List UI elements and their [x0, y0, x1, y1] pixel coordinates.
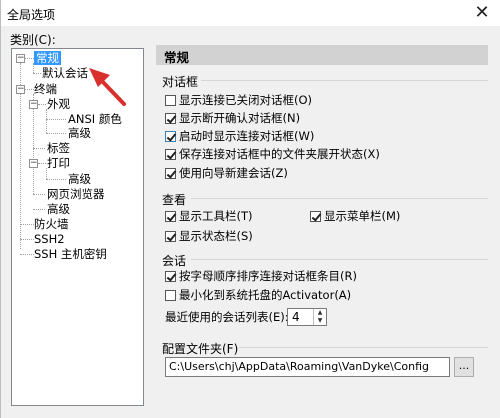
tree-line	[33, 194, 45, 195]
tree-item-print-advanced[interactable]: 高级	[68, 171, 91, 187]
checkbox-show-toolbar[interactable]: 显示工具栏(T)	[165, 208, 253, 224]
group-title-view: 查看	[162, 193, 187, 207]
group-title-session: 会话	[162, 254, 187, 268]
tree-line	[25, 58, 34, 59]
group-title-config-folder: 配置文件夹(F)	[162, 342, 239, 356]
spin-down-icon[interactable]: ▼	[314, 317, 326, 325]
checkbox-show-connect-on-startup[interactable]: 启动时显示连接对话框(W)	[165, 128, 314, 144]
checkbox-label: 保存连接对话框中的文件夹展开状态(X)	[179, 147, 380, 161]
tree-line	[20, 254, 34, 255]
divider	[191, 198, 488, 199]
title-bar: 全局选项 ✕	[1, 0, 500, 26]
checkbox-use-wizard[interactable]: 使用向导新建会话(Z)	[165, 165, 288, 181]
tree-line	[33, 148, 45, 149]
checkbox-confirm-disconnect[interactable]: 显示断开确认对话框(N)	[165, 110, 300, 126]
checkbox-minimize-to-tray[interactable]: 最小化到系统托盘的Activator(A)	[165, 287, 351, 303]
checkbox-sort-alphabetically[interactable]: 按字母顺序排序连接对话框条目(R)	[165, 268, 357, 284]
tree-item-ssh-host-keys[interactable]: SSH 主机密钥	[34, 246, 107, 262]
checkbox-show-menubar[interactable]: 显示菜单栏(M)	[310, 208, 400, 224]
recent-sessions-value[interactable]: 4	[292, 310, 300, 324]
collapse-icon[interactable]: −	[16, 85, 25, 94]
tree-item-ssh2[interactable]: SSH2	[34, 231, 65, 247]
recent-sessions-label: 最近使用的会话列表(E):	[165, 310, 289, 324]
browse-button[interactable]: ...	[454, 357, 474, 377]
recent-sessions-stepper[interactable]: 4 ▲ ▼	[287, 308, 327, 326]
tree-line	[33, 94, 34, 194]
window-title: 全局选项	[7, 8, 56, 22]
checkbox-label: 显示菜单栏(M)	[324, 209, 401, 223]
tree-line	[46, 109, 47, 133]
spin-up-icon[interactable]: ▲	[314, 309, 326, 317]
checkbox-box[interactable]	[165, 131, 176, 142]
checkbox-box[interactable]	[165, 231, 176, 242]
tree-line	[46, 179, 66, 180]
collapse-icon[interactable]: −	[29, 100, 38, 109]
tree-line	[20, 224, 34, 225]
tree-line	[33, 209, 45, 210]
tree-item-appearance[interactable]: 外观	[47, 96, 70, 112]
checkbox-save-folder-state[interactable]: 保存连接对话框中的文件夹展开状态(X)	[165, 146, 380, 162]
tree-line	[38, 104, 46, 105]
tree-item-advanced[interactable]: 高级	[68, 125, 91, 141]
checkbox-box[interactable]	[310, 211, 321, 222]
config-folder-path-field[interactable]: C:\Users\chj\AppData\Roaming\VanDyke\Con…	[165, 357, 450, 377]
checkbox-label: 显示连接已关闭对话框(O)	[179, 93, 313, 107]
collapse-icon[interactable]: −	[29, 159, 38, 168]
tree-line	[25, 89, 34, 90]
checkbox-box[interactable]	[165, 149, 176, 160]
checkbox-box[interactable]	[165, 95, 176, 106]
checkbox-label: 显示工具栏(T)	[179, 209, 253, 223]
checkbox-box[interactable]	[165, 211, 176, 222]
tree-item-print[interactable]: 打印	[47, 155, 70, 171]
checkbox-label: 使用向导新建会话(Z)	[179, 166, 288, 180]
checkbox-show-statusbar[interactable]: 显示状态栏(S)	[165, 228, 253, 244]
tree-line	[33, 73, 41, 74]
group-title-dialogs: 对话框	[162, 75, 199, 89]
checkbox-box[interactable]	[165, 113, 176, 124]
divider	[191, 259, 488, 260]
tree-line	[46, 133, 66, 134]
checkbox-show-connection-closed[interactable]: 显示连接已关闭对话框(O)	[165, 92, 312, 108]
checkbox-box[interactable]	[165, 168, 176, 179]
category-tree[interactable]: − − − − 常规 默认会话 终端 外观 ANSI 颜色 高级 标签 打印 高…	[11, 48, 144, 406]
tree-line	[46, 119, 66, 120]
spin-buttons: ▲ ▼	[313, 309, 326, 325]
global-options-dialog: 全局选项 ✕ 类别(C): − − − − 常规 默认会话 终端 外观 ANSI…	[0, 0, 500, 418]
tree-item-web-browser[interactable]: 网页浏览器	[47, 186, 105, 202]
section-title: 常规	[164, 50, 190, 65]
checkbox-label: 显示状态栏(S)	[179, 229, 253, 243]
tree-item-terminal[interactable]: 终端	[34, 81, 57, 97]
collapse-icon[interactable]: −	[16, 54, 25, 63]
tree-item-default-session[interactable]: 默认会话	[42, 65, 88, 81]
tree-line	[38, 163, 46, 164]
checkbox-box[interactable]	[165, 290, 176, 301]
checkbox-label: 按字母顺序排序连接对话框条目(R)	[179, 269, 357, 283]
tree-item-advanced-3[interactable]: 高级	[47, 201, 70, 217]
tree-item-label: 常规	[34, 51, 61, 65]
checkbox-label: 启动时显示连接对话框(W)	[179, 129, 315, 143]
category-label: 类别(C):	[10, 33, 56, 47]
tree-item-tabs[interactable]: 标签	[47, 140, 70, 156]
divider	[239, 347, 488, 348]
tree-item-firewall[interactable]: 防火墙	[34, 216, 69, 232]
close-icon[interactable]: ✕	[471, 2, 493, 24]
divider	[201, 80, 488, 81]
section-header: 常规	[156, 45, 488, 65]
checkbox-label: 最小化到系统托盘的Activator(A)	[179, 288, 352, 302]
tree-item-general[interactable]: 常规	[34, 50, 61, 66]
checkbox-label: 显示断开确认对话框(N)	[179, 111, 301, 125]
tree-line	[20, 239, 34, 240]
checkbox-box[interactable]	[165, 271, 176, 282]
